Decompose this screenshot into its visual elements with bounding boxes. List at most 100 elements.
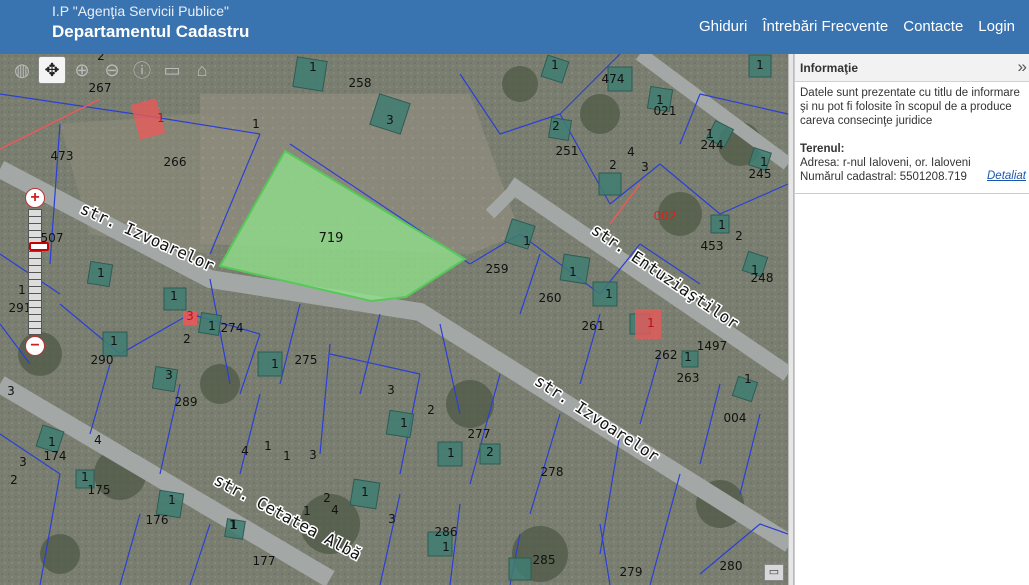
organization-name: I.P "Agenţia Servicii Publice"	[52, 3, 229, 19]
parcel-label: 245	[749, 167, 772, 181]
parcel-label: 259	[486, 262, 509, 276]
building-number-label: 1	[760, 155, 768, 169]
app-header: I.P "Agenţia Servicii Publice" Departame…	[0, 0, 1029, 54]
building-number-label: 1	[656, 93, 664, 107]
nav-faq-link[interactable]: Întrebări Frecvente	[762, 18, 888, 35]
parcel-label: 474	[602, 72, 625, 86]
building-number-label: 2	[552, 119, 560, 133]
building-number-label: 4	[331, 503, 339, 517]
parcel-label: 176	[146, 513, 169, 527]
parcel-label: 275	[295, 353, 318, 367]
parcel-label: 002	[654, 209, 677, 223]
parcel-label: 286	[435, 525, 458, 539]
building-number-label: 1	[170, 289, 178, 303]
building-number-label: 4	[241, 444, 249, 458]
building-number-label: 2	[10, 473, 18, 487]
building-number-label: 2	[323, 491, 331, 505]
overview-map-toggle-icon[interactable]: ▭	[764, 564, 784, 581]
info-icon[interactable]: ⓘ	[128, 56, 156, 84]
building-number-label: 1	[309, 60, 317, 74]
building-number-label: 1	[264, 439, 272, 453]
parcel-label: 1497	[697, 339, 728, 353]
building-number-label: 3	[309, 448, 317, 462]
building-number-label: 2	[735, 229, 743, 243]
building-number-label: 1	[283, 449, 291, 463]
zoom-in-button[interactable]: +	[25, 188, 45, 208]
building-number-label: 3	[19, 455, 27, 469]
parcel-label: 260	[539, 291, 562, 305]
zoom-slider-track[interactable]	[28, 209, 49, 335]
parcel-label: 453	[701, 239, 724, 253]
parcel-label: 473	[51, 149, 74, 163]
top-nav: Ghiduri Întrebări Frecvente Contacte Log…	[699, 18, 1015, 35]
selected-parcel-label: 719	[319, 231, 344, 246]
building-number-label: 1	[442, 540, 450, 554]
building-number-label: 2	[427, 403, 435, 417]
building-number-label: 1	[157, 111, 165, 125]
parcel-label: 175	[88, 483, 111, 497]
parcel-label: 289	[175, 395, 198, 409]
building-number-label: 2	[183, 332, 191, 346]
globe-icon[interactable]: ◍	[8, 56, 36, 84]
parcel-label: 279	[620, 565, 643, 579]
building-number-label: 1	[229, 518, 237, 532]
building-number-label: 3	[386, 113, 394, 127]
nav-contacts-link[interactable]: Contacte	[903, 18, 963, 35]
zoom-slider-handle[interactable]	[29, 242, 49, 251]
building-number-label: 1	[523, 234, 531, 248]
building-number-label: 2	[609, 158, 617, 172]
info-panel-header: Informaţie »	[795, 54, 1029, 82]
building-number-label: 1	[718, 218, 726, 232]
collapse-panel-icon[interactable]: »	[1018, 57, 1027, 77]
zoom-in-icon[interactable]: ⊕	[68, 56, 96, 84]
zoom-out-button[interactable]: −	[25, 336, 45, 356]
zoom-control: + −	[25, 188, 49, 356]
parcel-label: 258	[349, 76, 372, 90]
info-panel: Informaţie » Datele sunt prezentate cu t…	[794, 54, 1029, 585]
map-canvas[interactable]: 267 258 474021473 2662442512450025074532482…	[0, 54, 788, 585]
building-number-label: 1	[400, 416, 408, 430]
building-number-label: 3	[7, 384, 15, 398]
nav-guides-link[interactable]: Ghiduri	[699, 18, 747, 35]
building-number-label: 1	[684, 350, 692, 364]
zoom-out-icon[interactable]: ⊖	[98, 56, 126, 84]
building-number-label: 3	[387, 383, 395, 397]
building-number-label: 1	[744, 372, 752, 386]
parcel-label: 278	[541, 465, 564, 479]
building-number-label: 1	[605, 287, 613, 301]
building-number-label: 1	[168, 493, 176, 507]
parcel-label: 266	[164, 155, 187, 169]
building-number-label: 1	[97, 266, 105, 280]
building-number-label: 1	[81, 470, 89, 484]
building-number-label: 3	[186, 309, 194, 323]
parcel-label: 262	[655, 348, 678, 362]
building-number-label: 4	[94, 433, 102, 447]
building-number-label: 1	[271, 357, 279, 371]
building-icon[interactable]: ⌂	[188, 56, 216, 84]
details-link[interactable]: Detaliat	[987, 170, 1026, 182]
land-address: Adresa: r-nul Ialoveni, or. Ialoveni	[800, 157, 971, 169]
parcel-label: 285	[533, 553, 556, 567]
building-number-label: 3	[165, 368, 173, 382]
nav-login-link[interactable]: Login	[978, 18, 1015, 35]
building-number-label: 1	[447, 446, 455, 460]
parcel-label: 261	[582, 319, 605, 333]
measure-icon[interactable]: ▭	[158, 56, 186, 84]
building-number-label: 1	[647, 316, 655, 330]
building-number-label: 1	[551, 58, 559, 72]
building-number-label: 3	[388, 512, 396, 526]
parcel-label: 274	[221, 321, 244, 335]
building-number-label: 2	[486, 445, 494, 459]
map-toolbar: ◍ ✥ ⊕ ⊖ ⓘ ▭ ⌂	[8, 56, 216, 84]
building-number-label: 1	[569, 265, 577, 279]
info-panel-title: Informaţie	[800, 61, 859, 75]
building-number-label: 1	[706, 127, 714, 141]
land-section-title: Terenul:	[800, 143, 845, 155]
cadastral-map[interactable]: 267 258 474 021 473 266 244 251 245 002 507 453 248 2…	[0, 54, 788, 585]
parcel-label: 174	[44, 449, 67, 463]
parcel-label: 251	[556, 144, 579, 158]
parcel-label: 004	[724, 411, 747, 425]
building-number-label: 1	[208, 319, 216, 333]
pan-icon[interactable]: ✥	[38, 56, 66, 84]
department-title: Departamentul Cadastru	[52, 22, 250, 41]
